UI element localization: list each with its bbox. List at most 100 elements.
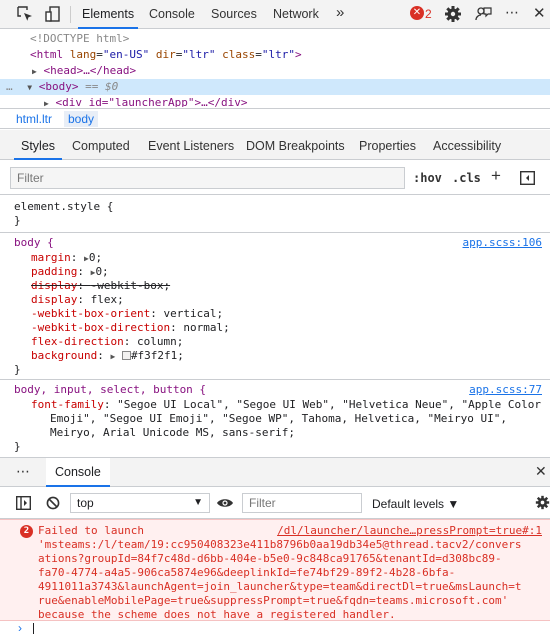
element-style-selector[interactable]: element.style { xyxy=(14,200,113,214)
error-line: 'msteams:/l/team/19:cc950408323e411b8796… xyxy=(38,538,522,551)
context-selector[interactable]: top ▼ xyxy=(70,493,210,513)
toggle-sidebar-icon[interactable] xyxy=(520,171,535,185)
styles-subtabs: Styles Computed Event Listeners DOM Brea… xyxy=(0,130,550,160)
hov-toggle[interactable]: :hov xyxy=(413,171,442,185)
tab-accessibility[interactable]: Accessibility xyxy=(433,130,501,160)
prop-display-overridden[interactable]: display: -webkit-box; xyxy=(31,279,170,293)
prop-flex-direction[interactable]: flex-direction: column; xyxy=(31,335,183,349)
html-node[interactable]: <html lang="en-US" dir="ltr" class="ltr"… xyxy=(30,47,302,63)
expand-triangle-icon[interactable]: ▶ xyxy=(32,67,37,76)
color-swatch-icon[interactable] xyxy=(121,351,131,360)
prop-margin[interactable]: margin: ▶0; xyxy=(31,251,102,265)
device-toolbar-icon[interactable] xyxy=(44,5,62,23)
console-filter-input[interactable] xyxy=(242,493,362,513)
body-tag: <body> xyxy=(38,80,79,93)
font-family-line: Meiryo, Arial Unicode MS, sans-serif; xyxy=(50,426,296,439)
styles-filter-input[interactable] xyxy=(10,167,405,189)
div-tag: <div id="launcherApp">…</div> xyxy=(55,96,248,107)
console-settings-gear-icon[interactable] xyxy=(535,495,550,510)
html-tag: <html xyxy=(30,48,64,61)
body-source-link[interactable]: app.scss:106 xyxy=(463,236,542,249)
clear-console-icon[interactable] xyxy=(46,496,60,510)
body-selector[interactable]: body { xyxy=(14,236,54,250)
lang-attr: lang xyxy=(69,48,97,61)
expand-triangle-icon[interactable]: ▶ xyxy=(44,99,49,107)
error-line: ations?groupId=84f7c48d-d6bb-404e-b5e0-9… xyxy=(38,552,502,565)
class-value: "ltr" xyxy=(261,48,295,61)
tab-computed[interactable]: Computed xyxy=(72,130,130,160)
font-selector[interactable]: body, input, select, button { xyxy=(14,383,206,397)
dropdown-arrow-icon: ▼ xyxy=(193,497,203,508)
drawer-tab-console[interactable]: Console xyxy=(46,458,110,487)
node-actions-icon[interactable]: … xyxy=(6,80,13,93)
live-expression-eye-icon[interactable] xyxy=(216,497,234,509)
new-rule-button[interactable]: + xyxy=(491,166,501,186)
more-options-icon[interactable]: ⋯ xyxy=(505,4,519,21)
settings-gear-icon[interactable] xyxy=(444,5,462,23)
font-source-link[interactable]: app.scss:77 xyxy=(469,383,542,396)
close-devtools-icon[interactable]: ✕ xyxy=(533,4,546,22)
styles-filter-bar: :hov .cls + xyxy=(0,161,550,195)
breadcrumb-html[interactable]: html.ltr xyxy=(12,111,56,127)
error-line: fa70-4774-a4a5-906ca5874e96&deeplinkId=f… xyxy=(38,566,456,579)
error-count[interactable]: 2 xyxy=(425,0,432,29)
font-family-line: Emoji", "Segoe UI Emoji", "Segoe WP", Ta… xyxy=(50,412,507,425)
lang-value: "en-US" xyxy=(102,48,150,61)
dir-value: "ltr" xyxy=(182,48,216,61)
rule-close: } xyxy=(14,440,21,453)
tab-dom-breakpoints[interactable]: DOM Breakpoints xyxy=(246,130,345,160)
rule-close: } xyxy=(14,214,21,227)
element-style-rule: element.style { } xyxy=(0,196,550,233)
prop-box-orient[interactable]: -webkit-box-orient: vertical; xyxy=(31,307,223,321)
head-tag: <head>…</head> xyxy=(43,64,137,77)
caret xyxy=(33,623,34,634)
dom-tree: <!DOCTYPE html> <html lang="en-US" dir="… xyxy=(0,29,550,107)
font-rule: body, input, select, button { app.scss:7… xyxy=(0,381,550,456)
prop-background[interactable]: background: ▶ #f3f2f1; xyxy=(31,349,184,363)
error-source-link[interactable]: /dl/launcher/launche…pressPrompt=true#:1 xyxy=(277,524,542,537)
error-line: because the scheme does not have a regis… xyxy=(38,608,396,621)
tab-properties[interactable]: Properties xyxy=(359,130,416,160)
toolbar-divider xyxy=(70,6,71,23)
error-count-badge: 2 xyxy=(20,525,33,538)
breadcrumb: html.ltr body xyxy=(0,108,550,129)
console-prompt[interactable]: › xyxy=(0,621,550,635)
styles-pane: element.style { } body { app.scss:106 ma… xyxy=(0,196,550,456)
div-node[interactable]: ▶ <div id="launcherApp">…</div> xyxy=(44,95,248,107)
prop-box-direction[interactable]: -webkit-box-direction: normal; xyxy=(31,321,230,335)
body-rule: body { app.scss:106 margin: ▶0; padding:… xyxy=(0,234,550,380)
head-node[interactable]: ▶ <head>…</head> xyxy=(32,63,136,79)
prop-font-family[interactable]: font-family: "Segoe UI Local", "Segoe UI… xyxy=(31,398,541,412)
error-line: rue&enableMobilePage=true&suppressPrompt… xyxy=(38,594,509,607)
tab-network[interactable]: Network xyxy=(273,0,319,29)
devtools-toolbar: Elements Console Sources Network » ✕ 2 ⋯… xyxy=(0,0,550,29)
feedback-icon[interactable] xyxy=(474,5,492,23)
more-tabs-button[interactable]: » xyxy=(336,0,344,29)
tab-console[interactable]: Console xyxy=(149,0,195,29)
dir-attr: dir xyxy=(155,48,176,61)
tab-sources[interactable]: Sources xyxy=(211,0,257,29)
log-levels-dropdown[interactable]: Default levels ▼ xyxy=(372,497,459,511)
close-drawer-icon[interactable]: ✕ xyxy=(535,463,547,480)
tab-elements[interactable]: Elements xyxy=(78,0,139,29)
prop-padding[interactable]: padding: ▶0; xyxy=(31,265,109,279)
prompt-chevron-icon: › xyxy=(18,621,22,635)
breadcrumb-body[interactable]: body xyxy=(64,111,99,127)
prop-display[interactable]: display: flex; xyxy=(31,293,124,307)
drawer-menu-icon[interactable]: ⋯ xyxy=(16,463,30,480)
console-error-message: 2 /dl/launcher/launche…pressPrompt=true#… xyxy=(0,519,550,621)
drawer-tabbar: ⋯ Console ✕ xyxy=(0,457,550,487)
rule-close: } xyxy=(14,363,21,376)
error-line: Failed to launch xyxy=(38,524,144,537)
class-attr: class xyxy=(222,48,256,61)
collapse-triangle-icon[interactable]: ▼ xyxy=(27,83,32,92)
error-line: 4911011a3743&launchAgent=join_launcher&t… xyxy=(38,580,522,593)
tab-styles[interactable]: Styles xyxy=(14,130,63,160)
error-count-icon[interactable]: ✕ xyxy=(410,6,424,20)
doctype-node[interactable]: <!DOCTYPE html> xyxy=(30,31,129,47)
console-sidebar-icon[interactable] xyxy=(16,496,31,510)
tab-event-listeners[interactable]: Event Listeners xyxy=(148,130,234,160)
cls-toggle[interactable]: .cls xyxy=(452,171,481,185)
inspect-element-icon[interactable] xyxy=(16,5,34,23)
body-node[interactable]: … ▼ <body> == $0 xyxy=(6,79,118,95)
